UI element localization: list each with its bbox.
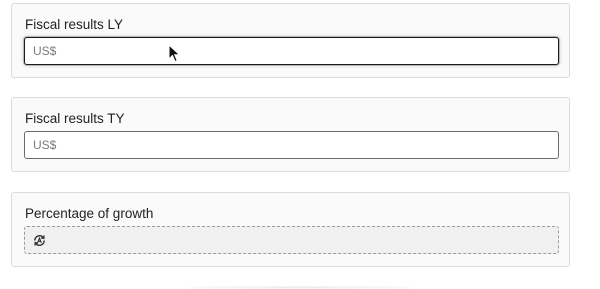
currency-input-wrapper[interactable] bbox=[24, 131, 559, 159]
field-card-percentage-of-growth: Percentage of growth bbox=[11, 192, 570, 267]
field-label: Percentage of growth bbox=[25, 206, 154, 221]
calculated-field-icon bbox=[31, 232, 47, 248]
field-card-fiscal-results-ly: Fiscal results LY bbox=[11, 3, 570, 78]
currency-input-wrapper[interactable] bbox=[24, 37, 559, 65]
field-label: Fiscal results TY bbox=[25, 111, 125, 126]
field-card-fiscal-results-ty: Fiscal results TY bbox=[11, 97, 570, 172]
scroll-fade bbox=[576, 0, 600, 289]
field-label: Fiscal results LY bbox=[25, 17, 124, 32]
form-page: Fiscal results LY Fiscal results TY Perc… bbox=[0, 0, 600, 289]
fiscal-results-ly-input[interactable] bbox=[33, 44, 558, 58]
percentage-of-growth-field bbox=[24, 226, 559, 254]
fiscal-results-ty-input[interactable] bbox=[33, 138, 558, 152]
